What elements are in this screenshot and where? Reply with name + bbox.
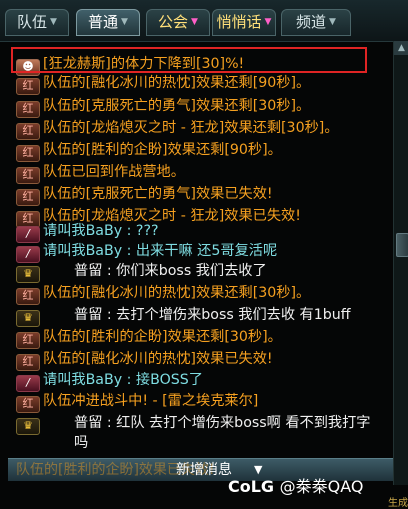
party-chat-icon: / — [16, 226, 40, 243]
watermark-logo: CoLG — [228, 477, 275, 496]
party-chat-icon: / — [16, 375, 40, 392]
chat-line: 红队伍的[克服死亡的勇气]效果已失效! — [16, 185, 273, 206]
scroll-up-icon[interactable]: ▲ — [394, 41, 408, 55]
crown-icon: ♛ — [16, 310, 40, 327]
chat-line: 红队伍的[胜利的企盼]效果还剩[90秒]。 — [16, 141, 282, 162]
tab-label: 队伍 — [17, 13, 48, 31]
message-text: 队伍的[克服死亡的勇气]效果还剩[30秒]。 — [43, 98, 311, 114]
message-text: 队伍的[龙焰熄灭之时 - 狂龙]效果还剩[30秒]。 — [43, 120, 339, 136]
message-text: 队伍已回到作战营地。 — [43, 164, 185, 180]
chat-line-player: ♛ 普留 : 红队 去打个增伤来boss啊 看不到我打字 — [16, 414, 370, 435]
watermark-text: @桊桊QAQ — [279, 477, 364, 496]
tab-label: 悄悄话 — [216, 13, 262, 31]
tab-label: 频道 — [296, 13, 327, 31]
tab-label: 普通 — [88, 13, 119, 31]
chat-tab-bar: 队伍 ▼ 普通 ▼ 公会 ▼ 悄悄话 ▼ 频道 ▼ — [0, 0, 408, 42]
message-text: 普留 : 红队 去打个增伤来boss啊 看不到我打字 — [74, 415, 371, 431]
chevron-down-icon: ▼ — [191, 17, 198, 27]
red-team-icon: 红 — [16, 145, 40, 162]
chat-line: 红队伍的[克服死亡的勇气]效果还剩[30秒]。 — [16, 97, 311, 118]
highlight-box — [11, 47, 367, 73]
tab-guild[interactable]: 公会 ▼ — [146, 9, 210, 36]
chat-line: 红队伍的[融化冰川的热忱]效果还剩[30秒]。 — [16, 284, 311, 305]
tab-channel[interactable]: 频道 ▼ — [281, 9, 351, 36]
scroll-thumb[interactable] — [396, 233, 408, 257]
message-text: 请叫我BaBy : 出来干嘛 还5哥复活呢 — [43, 243, 278, 259]
chat-line: 红队伍已回到作战营地。 — [16, 163, 185, 184]
chat-line-player: / 请叫我BaBy : 出来干嘛 还5哥复活呢 — [16, 242, 278, 263]
message-text: 队伍的[融化冰川的热忱]效果已失效! — [43, 351, 273, 367]
message-text: 队伍的[融化冰川的热忱]效果还剩[90秒]。 — [43, 75, 311, 91]
chevron-down-icon: ▼ — [264, 17, 272, 27]
message-text: 普留 : 去打个增伤来boss 我们去收 有1buff — [74, 307, 351, 323]
red-team-icon: 红 — [16, 288, 40, 305]
red-team-icon: 红 — [16, 167, 40, 184]
chat-line: 红队伍的[龙焰熄灭之时 - 狂龙]效果还剩[30秒]。 — [16, 119, 339, 140]
tab-whisper[interactable]: 悄悄话 ▼ — [212, 9, 276, 36]
chat-scrollbar[interactable]: ▲ — [393, 41, 408, 485]
tab-team[interactable]: 队伍 ▼ — [5, 9, 69, 36]
chevron-down-icon: ▼ — [329, 17, 336, 27]
red-team-icon: 红 — [16, 332, 40, 349]
chat-line-player: / 请叫我BaBy : 接BOSS了 — [16, 371, 203, 392]
message-text: 队伍的[胜利的企盼]效果还剩[90秒]。 — [43, 142, 282, 158]
red-team-icon: 红 — [16, 354, 40, 371]
red-team-icon: 红 — [16, 189, 40, 206]
chat-line: 红队伍的[融化冰川的热忱]效果已失效! — [16, 350, 273, 371]
message-text: 队伍冲进战斗中! - [雷之埃克莱尔] — [43, 393, 259, 409]
chat-line: 红队伍的[融化冰川的热忱]效果还剩[90秒]。 — [16, 74, 311, 95]
message-text: 队伍的[胜利的企盼]效果还剩[30秒]。 — [43, 329, 282, 345]
chat-line: 红队伍冲进战斗中! - [雷之埃克莱尔] — [16, 392, 259, 413]
new-message-label: 新增消息 — [176, 462, 232, 478]
chat-line: 红队伍的[胜利的企盼]效果还剩[30秒]。 — [16, 328, 282, 349]
message-text: 吗 — [74, 435, 89, 451]
chevron-down-icon: ▼ — [121, 17, 128, 27]
message-text: 普留 : 你们来boss 我们去收了 — [74, 263, 267, 279]
red-team-icon: 红 — [16, 123, 40, 140]
crown-icon: ♛ — [16, 266, 40, 283]
chat-line-player: ♛ 普留 : 你们来boss 我们去收了 — [16, 262, 267, 283]
chevron-down-icon: ▼ — [50, 17, 57, 27]
crown-icon: ♛ — [16, 418, 40, 435]
red-team-icon: 红 — [16, 101, 40, 118]
message-text: 请叫我BaBy : 接BOSS了 — [43, 372, 203, 388]
red-team-icon: 红 — [16, 396, 40, 413]
chat-line-player: ♛ 普留 : 去打个增伤来boss 我们去收 有1buff — [16, 306, 351, 327]
red-team-icon: 红 — [16, 78, 40, 95]
message-text: 队伍的[克服死亡的勇气]效果已失效! — [43, 186, 273, 202]
watermark: CoLG @桊桊QAQ — [228, 475, 364, 499]
corner-text: 生成 — [388, 498, 408, 509]
party-chat-icon: / — [16, 246, 40, 263]
tab-normal[interactable]: 普通 ▼ — [76, 9, 140, 36]
tab-label: 公会 — [158, 13, 189, 31]
message-text: 请叫我BaBy : ??? — [43, 223, 159, 239]
chat-line-player: / 请叫我BaBy : ??? — [16, 222, 159, 243]
message-text: 队伍的[融化冰川的热忱]效果还剩[30秒]。 — [43, 285, 311, 301]
chat-log[interactable]: ☻ [狂龙赫斯]的体力下降到[30]%! 红队伍的[融化冰川的热忱]效果还剩[90… — [8, 41, 392, 491]
